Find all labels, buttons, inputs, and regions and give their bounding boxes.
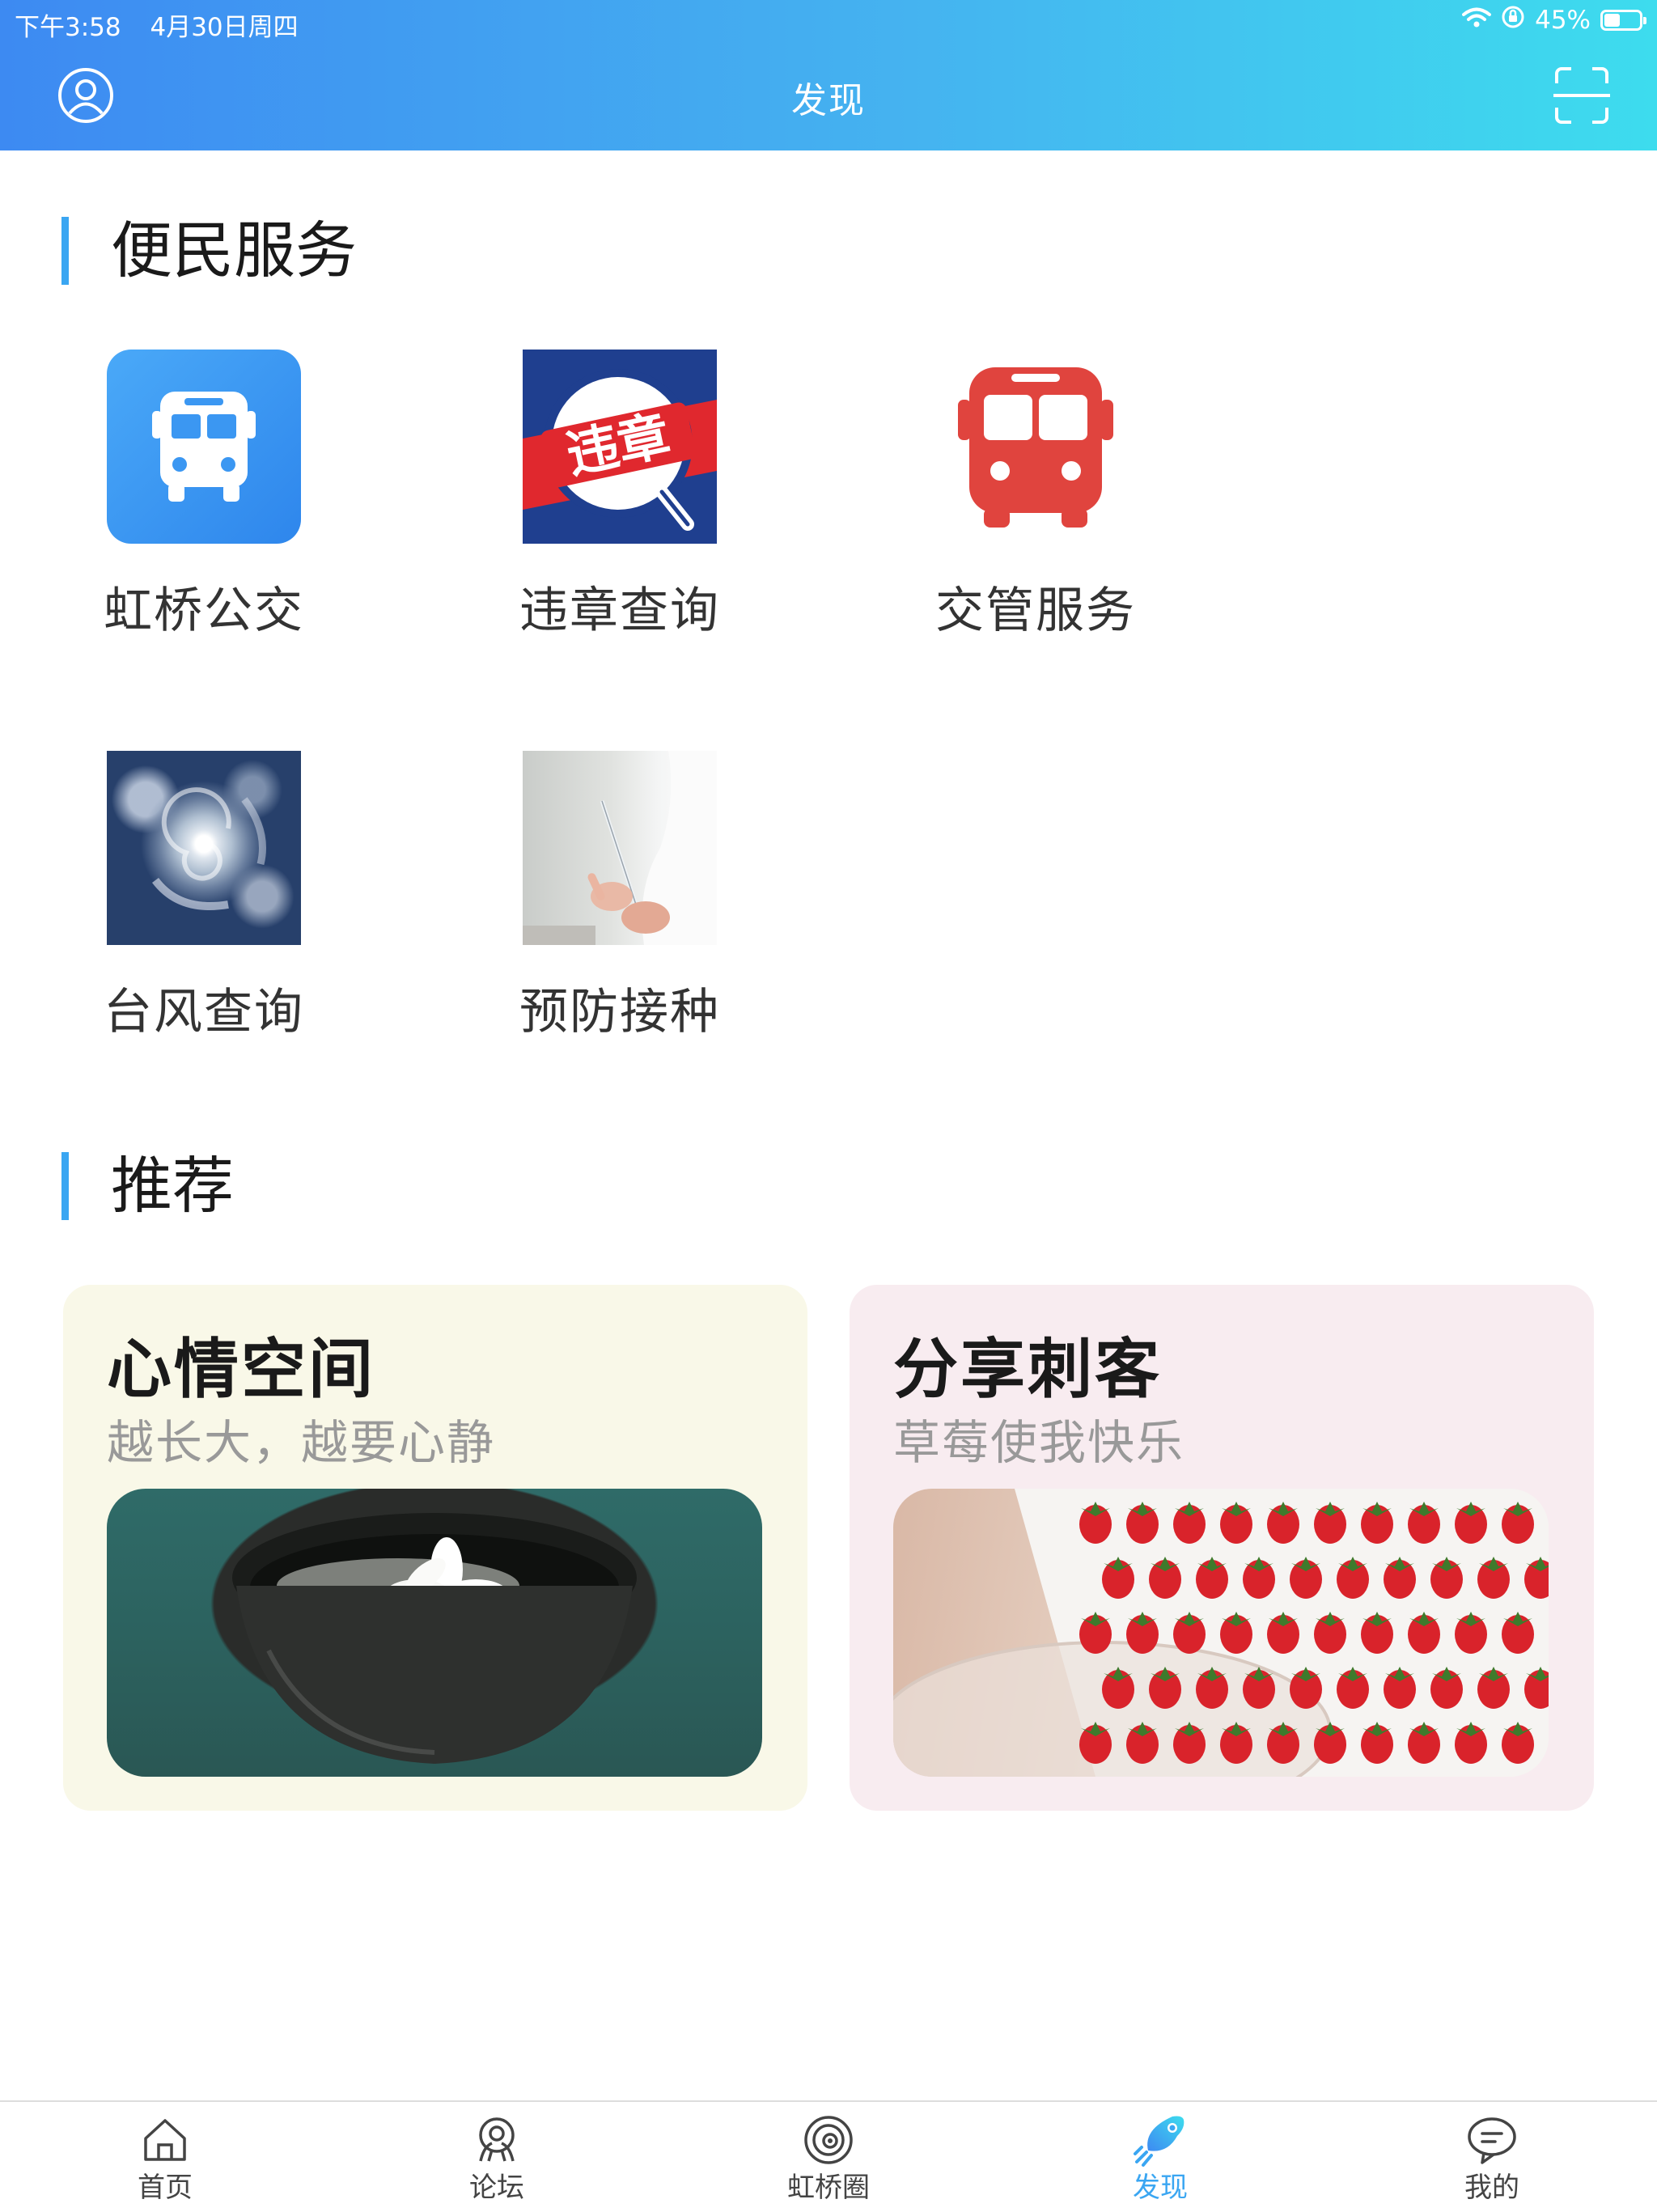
card-title: 分享刺客 bbox=[893, 1332, 1162, 1407]
battery-icon bbox=[1600, 10, 1646, 31]
card-subtitle: 草莓使我快乐 bbox=[893, 1415, 1185, 1470]
typhoon-satellite-image bbox=[107, 751, 301, 945]
tab-label: 我的 bbox=[1464, 2172, 1519, 2204]
recommend-card-mood-space[interactable]: 心情空间 越长大，越要心静 bbox=[63, 1285, 807, 1811]
bus-icon bbox=[107, 350, 301, 544]
service-label: 预防接种 bbox=[519, 984, 720, 1040]
tab-label: 论坛 bbox=[469, 2172, 524, 2204]
service-label: 违章查询 bbox=[519, 583, 720, 639]
circle-icon bbox=[799, 2112, 858, 2168]
tab-forum[interactable]: 论坛 bbox=[416, 2112, 578, 2205]
service-violation-query[interactable]: 违章 违章查询 bbox=[515, 350, 725, 642]
status-time: 下午3:58 bbox=[15, 13, 121, 42]
service-label: 虹桥公交 bbox=[104, 583, 304, 639]
tab-home[interactable]: 首页 bbox=[84, 2112, 246, 2205]
status-date: 4月30日周四 bbox=[150, 13, 299, 42]
tab-hongqiao-circle[interactable]: 虹桥圈 bbox=[748, 2112, 909, 2205]
rotation-lock-icon bbox=[1501, 5, 1525, 36]
red-bus-icon bbox=[939, 350, 1133, 544]
recommend-section-title: 推荐 bbox=[61, 1152, 234, 1220]
service-label: 台风查询 bbox=[104, 984, 304, 1040]
services-section-title: 便民服务 bbox=[61, 217, 357, 285]
vaccine-syringe-image bbox=[523, 751, 717, 945]
home-icon bbox=[136, 2112, 194, 2168]
battery-percent: 45% bbox=[1535, 6, 1591, 35]
tab-mine[interactable]: 我的 bbox=[1411, 2112, 1573, 2205]
service-vaccination[interactable]: 预防接种 bbox=[515, 751, 725, 1043]
card-subtitle: 越长大，越要心静 bbox=[107, 1415, 496, 1470]
chat-bubble-icon bbox=[1463, 2112, 1521, 2168]
service-traffic-management[interactable]: 交管服务 bbox=[930, 350, 1141, 642]
strawberries-photo bbox=[893, 1489, 1549, 1777]
forum-icon bbox=[468, 2112, 526, 2168]
top-header: 下午3:58 4月30日周四 45% 发现 bbox=[0, 0, 1657, 150]
recommend-card-share-assassin[interactable]: 分享刺客 草莓使我快乐 bbox=[850, 1285, 1594, 1811]
status-bar: 下午3:58 4月30日周四 45% bbox=[0, 0, 1657, 42]
bottom-tab-bar: 首页 论坛 虹桥圈 发现 我的 bbox=[0, 2100, 1657, 2212]
service-label: 交管服务 bbox=[935, 583, 1136, 639]
scan-button[interactable] bbox=[1549, 61, 1614, 133]
tab-label: 虹桥圈 bbox=[787, 2172, 870, 2204]
rocket-icon bbox=[1131, 2112, 1189, 2168]
violation-icon: 违章 bbox=[523, 350, 717, 544]
battery-level bbox=[1604, 14, 1620, 27]
tea-bowl-flower-photo bbox=[107, 1489, 762, 1777]
tab-label: 首页 bbox=[138, 2172, 193, 2204]
page-title: 发现 bbox=[791, 80, 866, 121]
card-title: 心情空间 bbox=[107, 1332, 375, 1407]
wifi-icon bbox=[1462, 6, 1492, 35]
scan-icon bbox=[1553, 66, 1610, 129]
service-hongqiao-bus[interactable]: 虹桥公交 bbox=[99, 350, 309, 642]
service-typhoon-query[interactable]: 台风查询 bbox=[99, 751, 309, 1043]
tab-label: 发现 bbox=[1133, 2172, 1188, 2204]
tab-discover[interactable]: 发现 bbox=[1079, 2112, 1241, 2205]
